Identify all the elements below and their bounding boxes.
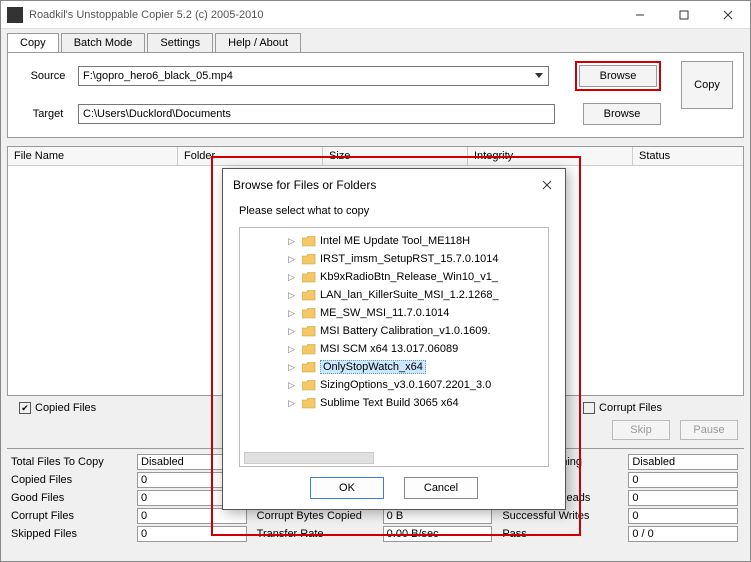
stat-value: 0 [628, 490, 738, 506]
stat-value: 0 / 0 [628, 526, 738, 542]
browse-highlight: Browse [575, 61, 661, 91]
tab-batch[interactable]: Batch Mode [61, 33, 146, 52]
column-size[interactable]: Size [323, 147, 468, 165]
dialog-title: Browse for Files or Folders [233, 178, 539, 192]
tree-item[interactable]: ▷ ME_SW_MSI_11.7.0.1014 [240, 304, 548, 322]
folder-icon [302, 308, 316, 319]
copy-button[interactable]: Copy [681, 61, 733, 109]
corrupt-files-checkbox[interactable]: Corrupt Files [583, 402, 662, 414]
tree-item-label: Intel ME Update Tool_ME118H [320, 235, 470, 247]
stat-label: Total Files To Copy [7, 456, 137, 468]
stat-value: 0 [628, 508, 738, 524]
folder-icon [302, 326, 316, 337]
chevron-right-icon[interactable]: ▷ [288, 308, 298, 319]
browse-source-button[interactable]: Browse [579, 65, 657, 87]
list-header: File NameFolderSizeIntegrityStatus [8, 147, 743, 166]
minimize-button[interactable] [618, 1, 662, 28]
source-label: Source [18, 70, 78, 82]
folder-tree[interactable]: ▷ Intel ME Update Tool_ME118H ▷ IRST_imsm_S… [239, 227, 549, 467]
cancel-button[interactable]: Cancel [404, 477, 478, 499]
tree-item[interactable]: ▷ Sublime Text Build 3065 x64 [240, 394, 548, 412]
folder-icon [302, 254, 316, 265]
dialog-close-button[interactable] [539, 177, 555, 193]
tab-bar: Copy Batch Mode Settings Help / About [1, 29, 750, 52]
tab-help[interactable]: Help / About [215, 33, 301, 52]
stat-label: Successful Writes [498, 510, 628, 522]
tree-item-label: OnlyStopWatch_x64 [320, 360, 426, 374]
tree-item-label: Kb9xRadioBtn_Release_Win10_v1_ [320, 271, 498, 283]
stat-value: 0 [137, 508, 247, 524]
tree-item-label: SizingOptions_v3.0.1607.2201_3.0 [320, 379, 491, 391]
stat-label: Good Files [7, 492, 137, 504]
tree-item[interactable]: ▷ OnlyStopWatch_x64 [240, 358, 548, 376]
chevron-right-icon[interactable]: ▷ [288, 272, 298, 283]
folder-icon [302, 398, 316, 409]
tree-item-label: ME_SW_MSI_11.7.0.1014 [320, 307, 449, 319]
stat-value: 0.00 B/sec [383, 526, 493, 542]
chevron-down-icon[interactable] [532, 68, 546, 84]
tree-item-label: IRST_imsm_SetupRST_15.7.0.1014 [320, 253, 499, 265]
chevron-right-icon[interactable]: ▷ [288, 362, 298, 373]
column-folder[interactable]: Folder [178, 147, 323, 165]
browse-target-button[interactable]: Browse [583, 103, 661, 125]
tree-item[interactable]: ▷ Intel ME Update Tool_ME118H [240, 232, 548, 250]
chevron-right-icon[interactable]: ▷ [288, 254, 298, 265]
skip-button[interactable]: Skip [612, 420, 670, 440]
target-input[interactable]: C:\Users\Ducklord\Documents [78, 104, 555, 124]
folder-icon [302, 380, 316, 391]
column-file-name[interactable]: File Name [8, 147, 178, 165]
window-title: Roadkil's Unstoppable Copier 5.2 (c) 200… [29, 9, 618, 21]
stat-value: 0 B [383, 508, 493, 524]
tab-settings[interactable]: Settings [147, 33, 213, 52]
chevron-right-icon[interactable]: ▷ [288, 380, 298, 391]
maximize-button[interactable] [662, 1, 706, 28]
tree-item[interactable]: ▷ MSI SCM x64 13.017.06089 [240, 340, 548, 358]
stat-label: Transfer Rate [253, 528, 383, 540]
folder-icon [302, 236, 316, 247]
folder-icon [302, 272, 316, 283]
chevron-right-icon[interactable]: ▷ [288, 236, 298, 247]
chevron-right-icon[interactable]: ▷ [288, 290, 298, 301]
ok-button[interactable]: OK [310, 477, 384, 499]
tree-item[interactable]: ▷ LAN_lan_KillerSuite_MSI_1.2.1268_ [240, 286, 548, 304]
app-icon [7, 7, 23, 23]
tree-item[interactable]: ▷ IRST_imsm_SetupRST_15.7.0.1014 [240, 250, 548, 268]
stat-value: Disabled [628, 454, 738, 470]
titlebar: Roadkil's Unstoppable Copier 5.2 (c) 200… [1, 1, 750, 29]
chevron-right-icon[interactable]: ▷ [288, 326, 298, 337]
browse-dialog: Browse for Files or Folders Please selec… [222, 168, 566, 510]
stat-value: 0 [628, 472, 738, 488]
source-input[interactable]: F:\gopro_hero6_black_05.mp4 [78, 66, 549, 86]
stat-label: Skipped Files [7, 528, 137, 540]
stat-label: Corrupt Bytes Copied [253, 510, 383, 522]
folder-icon [302, 290, 316, 301]
tree-item[interactable]: ▷ Kb9xRadioBtn_Release_Win10_v1_ [240, 268, 548, 286]
close-button[interactable] [706, 1, 750, 28]
column-integrity[interactable]: Integrity [468, 147, 633, 165]
tree-item[interactable]: ▷ SizingOptions_v3.0.1607.2201_3.0 [240, 376, 548, 394]
stat-label: Corrupt Files [7, 510, 137, 522]
stat-label: Pass [498, 528, 628, 540]
tree-item-label: MSI SCM x64 13.017.06089 [320, 343, 458, 355]
tree-item-label: MSI Battery Calibration_v1.0.1609. [320, 325, 491, 337]
target-label: Target [18, 108, 78, 120]
folder-icon [302, 362, 316, 373]
dialog-prompt: Please select what to copy [239, 205, 549, 217]
stat-label: Copied Files [7, 474, 137, 486]
copied-files-checkbox[interactable]: ✔Copied Files [19, 402, 96, 414]
chevron-right-icon[interactable]: ▷ [288, 398, 298, 409]
tree-item-label: Sublime Text Build 3065 x64 [320, 397, 459, 409]
tree-scrollbar[interactable] [244, 452, 374, 464]
tree-item[interactable]: ▷ MSI Battery Calibration_v1.0.1609. [240, 322, 548, 340]
folder-icon [302, 344, 316, 355]
chevron-right-icon[interactable]: ▷ [288, 344, 298, 355]
tab-copy[interactable]: Copy [7, 33, 59, 52]
pause-button[interactable]: Pause [680, 420, 738, 440]
column-status[interactable]: Status [633, 147, 743, 165]
stat-value: 0 [137, 526, 247, 542]
tree-item-label: LAN_lan_KillerSuite_MSI_1.2.1268_ [320, 289, 499, 301]
copy-panel: Source F:\gopro_hero6_black_05.mp4 Brows… [7, 52, 744, 138]
